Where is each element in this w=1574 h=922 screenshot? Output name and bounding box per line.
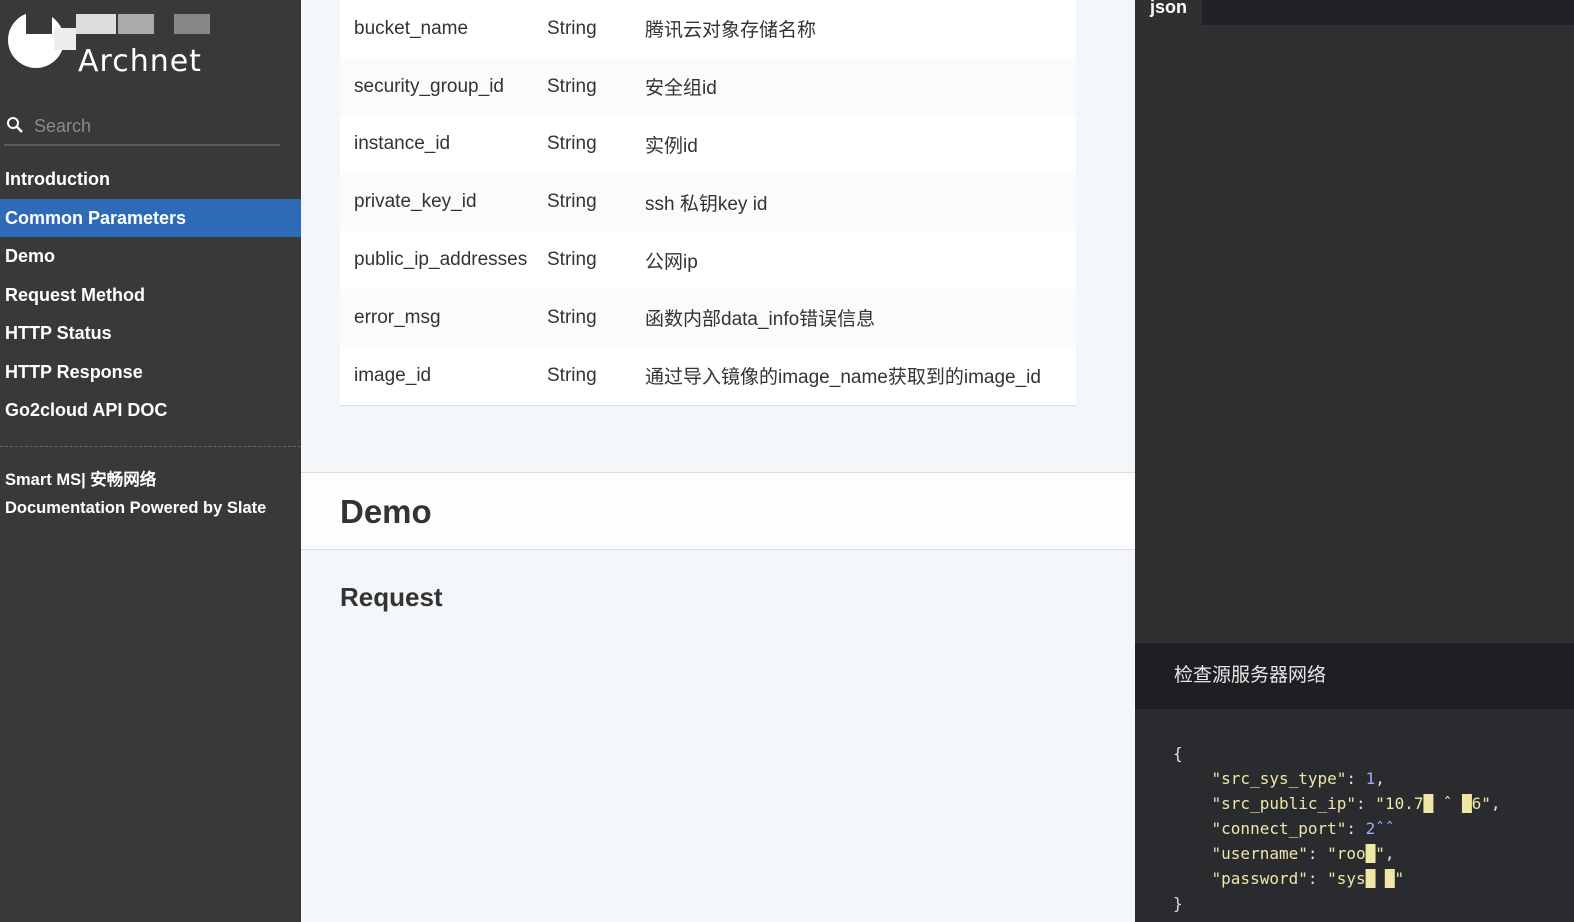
param-name: instance_id — [354, 133, 451, 155]
param-type: String — [547, 133, 597, 155]
language-tab-json[interactable]: json — [1135, 0, 1202, 25]
code-value: "10.7█ ˆ █6" — [1375, 794, 1491, 813]
nav-item-go2cloud-api-doc[interactable]: Go2cloud API DOC — [0, 391, 301, 430]
nav-item-demo[interactable]: Demo — [0, 237, 301, 276]
code-value: "sys█ █" — [1327, 869, 1405, 888]
search-box — [4, 110, 280, 146]
json-code: { "src_sys_type": 1, "src_public_ip": "1… — [1173, 744, 1501, 913]
nav-item-introduction[interactable]: Introduction — [0, 160, 301, 199]
param-name: error_msg — [340, 288, 547, 347]
table-row: security_group_id String 安全组id — [340, 57, 1076, 116]
param-name: private_key_id — [340, 173, 547, 232]
logo-text: Archnet — [78, 44, 202, 79]
param-name: bucket_name — [354, 17, 469, 39]
code-key: "password" — [1211, 869, 1308, 888]
sidebar-divider — [0, 446, 301, 447]
nav-item-http-status[interactable]: HTTP Status — [0, 314, 301, 353]
sidebar-nav: Introduction Common Parameters Demo Requ… — [0, 160, 301, 430]
code-brace-close: } — [1173, 894, 1183, 913]
footer-line-2[interactable]: Documentation Powered by Slate — [5, 494, 266, 522]
param-type: String — [547, 57, 645, 116]
code-value: 1 — [1365, 769, 1376, 788]
sidebar: Archnet Introduction Common Parameters D… — [0, 0, 301, 922]
demo-heading: Demo — [340, 493, 432, 530]
sidebar-footer: Smart MS| 安畅网络 Documentation Powered by … — [5, 466, 266, 522]
code-block: { "src_sys_type": 1, "src_public_ip": "1… — [1135, 709, 1574, 922]
logo[interactable]: Archnet — [4, 4, 214, 79]
code-key: "src_sys_type" — [1211, 769, 1347, 788]
param-desc: 函数内部data_info错误信息 — [645, 288, 1076, 347]
param-desc: 腾讯云对象存储名称 — [645, 20, 817, 42]
nav-item-request-method[interactable]: Request Method — [0, 276, 301, 315]
param-name: image_id — [340, 346, 547, 406]
param-type: String — [547, 249, 597, 271]
search-icon — [7, 117, 23, 133]
nav-item-common-parameters[interactable]: Common Parameters — [0, 198, 301, 237]
nav-item-http-response[interactable]: HTTP Response — [0, 353, 301, 392]
param-name: public_ip_addresses — [354, 249, 528, 271]
param-type: String — [547, 17, 597, 39]
code-value: "roo█" — [1327, 844, 1385, 863]
code-key: "src_public_ip" — [1211, 794, 1357, 813]
param-desc: 公网ip — [645, 251, 698, 273]
code-tab-bar: json — [1135, 0, 1574, 25]
request-heading: Request — [340, 582, 443, 612]
demo-section-header: Demo — [301, 472, 1135, 550]
code-caption: 检查源服务器网络 — [1135, 643, 1574, 709]
param-type: String — [547, 346, 645, 406]
code-value: 2ˆˆ — [1365, 819, 1395, 838]
code-brace-open: { — [1173, 744, 1183, 763]
param-type: String — [547, 288, 645, 347]
code-key: "connect_port" — [1211, 819, 1347, 838]
main-content: bucket_name String 腾讯云对象存储名称 security_gr… — [301, 0, 1135, 922]
param-desc: 通过导入镜像的image_name获取到的image_id — [645, 346, 1076, 406]
table-row: bucket_name String 腾讯云对象存储名称 — [340, 0, 1076, 58]
code-key: "username" — [1211, 844, 1308, 863]
table-row: instance_id String 实例id — [340, 116, 1076, 174]
param-desc: 安全组id — [645, 57, 1076, 116]
table-row: error_msg String 函数内部data_info错误信息 — [340, 288, 1076, 347]
param-name: security_group_id — [340, 57, 547, 116]
param-desc: ssh 私钥key id — [645, 173, 1076, 232]
code-panel: json 检查源服务器网络 { "src_sys_type": 1, "src_… — [1135, 0, 1574, 922]
footer-line-1[interactable]: Smart MS| 安畅网络 — [5, 466, 266, 494]
parameters-table: bucket_name String 腾讯云对象存储名称 security_gr… — [340, 0, 1076, 406]
table-row: image_id String 通过导入镜像的image_name获取到的ima… — [340, 346, 1076, 406]
param-type: String — [547, 173, 645, 232]
param-desc: 实例id — [645, 135, 698, 157]
search-input[interactable] — [32, 112, 276, 140]
table-row: private_key_id String ssh 私钥key id — [340, 173, 1076, 232]
table-row: public_ip_addresses String 公网ip — [340, 231, 1076, 289]
